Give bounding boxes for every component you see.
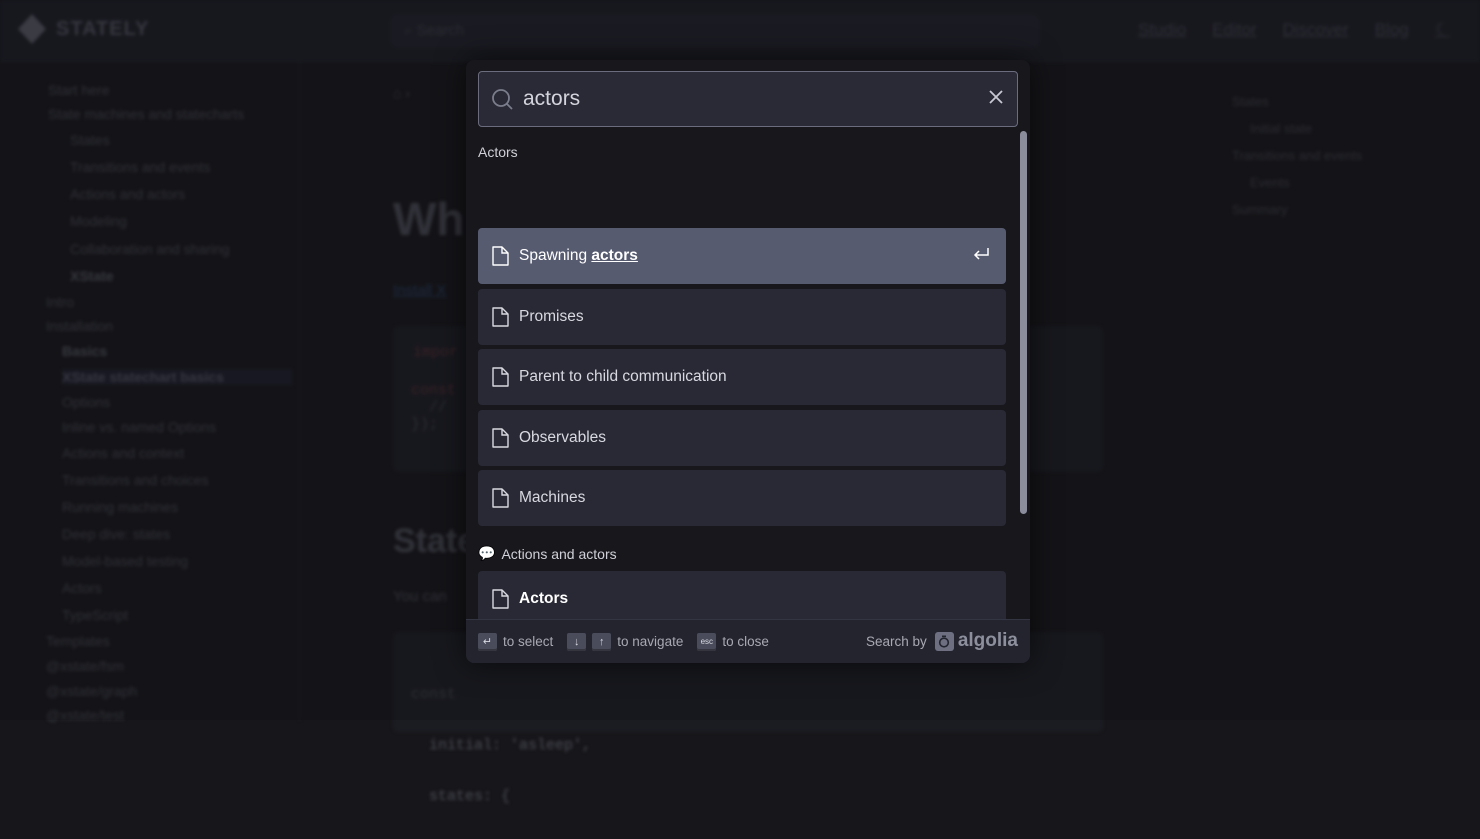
- code-line: states: {: [411, 788, 511, 805]
- code-line: initial: 'asleep',: [411, 737, 592, 754]
- search-hit[interactable]: Observables: [478, 409, 1006, 466]
- search-hit[interactable]: Promises: [478, 288, 1006, 345]
- results-list: Actors Spawning actors Promises Parent to c…: [466, 132, 1020, 619]
- document-icon: [492, 367, 509, 387]
- hit-title: Machines: [519, 489, 586, 506]
- enter-key-icon: ↵: [478, 632, 497, 651]
- algolia-link[interactable]: Search by algolia: [866, 630, 1018, 652]
- algolia-logo: algolia: [934, 630, 1018, 652]
- document-icon: [492, 488, 509, 508]
- document-icon: [492, 306, 509, 327]
- algolia-icon: [934, 631, 954, 651]
- group-title: Actors: [478, 144, 518, 160]
- speech-bubble-icon: 💬: [478, 545, 496, 561]
- scrollbar[interactable]: [1020, 131, 1027, 514]
- hit-title: Observables: [519, 428, 607, 446]
- search-hit[interactable]: Actors: [478, 571, 1006, 619]
- close-hint: to close: [722, 634, 769, 649]
- search-hit[interactable]: Spawning actors: [478, 228, 1006, 284]
- hit-title: Spawning actors: [519, 247, 638, 264]
- hit-title: Parent to child communication: [519, 368, 727, 385]
- navigate-hint: to navigate: [617, 634, 684, 649]
- search-hit[interactable]: Machines: [478, 470, 1006, 526]
- enter-icon: [973, 248, 989, 260]
- group-title: Actions and actors: [501, 545, 617, 562]
- document-icon: [492, 589, 509, 609]
- document-icon: [492, 246, 509, 266]
- modal-footer: ↵ to select ↓ ↑ to navigate esc to close Sea…: [466, 619, 1030, 663]
- hit-title: Promises: [519, 307, 584, 325]
- search-input[interactable]: [523, 82, 963, 116]
- document-icon: [492, 427, 509, 448]
- select-hint: to select: [503, 634, 554, 649]
- search-by-label: Search by: [866, 633, 927, 649]
- search-hit[interactable]: Parent to child communication: [478, 349, 1006, 405]
- algolia-wordmark: algolia: [957, 630, 1018, 651]
- search-icon: [492, 89, 513, 110]
- group-header: Actors: [478, 144, 518, 160]
- esc-key-icon: esc: [697, 632, 717, 651]
- arrow-up-key-icon: ↑: [592, 632, 612, 651]
- arrow-down-key-icon: ↓: [567, 632, 587, 651]
- search-form: [478, 71, 1018, 127]
- hit-title: Actors: [519, 590, 569, 607]
- close-icon[interactable]: [989, 90, 1003, 104]
- group-header: 💬 Actions and actors: [478, 545, 617, 562]
- search-modal: Actors Spawning actors Promises Parent to c…: [466, 60, 1030, 663]
